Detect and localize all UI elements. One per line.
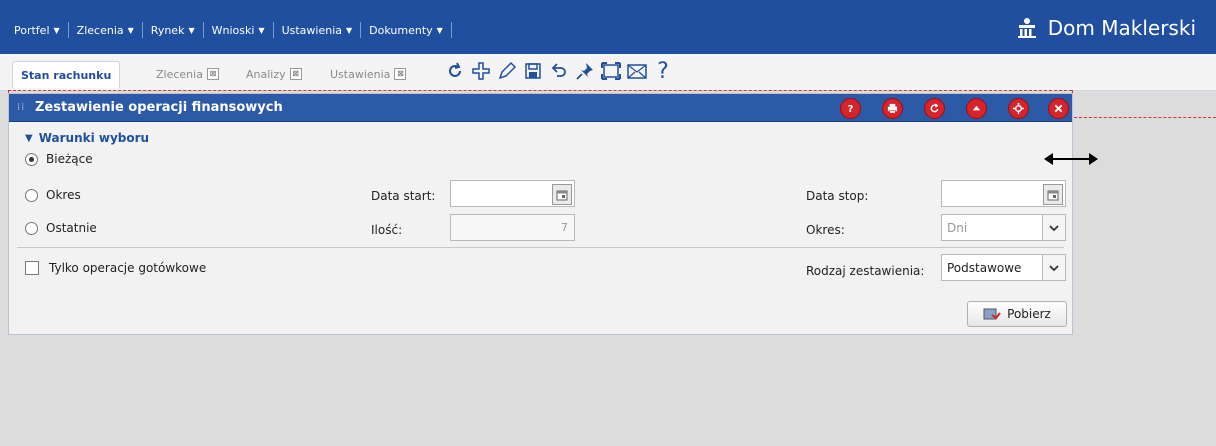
radio-label: Okres [46,188,81,202]
radio-ostatnie[interactable] [25,221,38,235]
date-stop-input[interactable] [941,180,1066,207]
close-icon[interactable] [1048,98,1069,119]
radio-okres[interactable] [25,188,38,202]
help-icon[interactable]: ? [652,58,674,84]
brand: Dom Maklerski [1016,16,1196,40]
menu-label: Dokumenty [369,23,433,37]
fullscreen-icon[interactable] [600,58,622,84]
mail-icon[interactable] [626,58,648,84]
menu-label: Ustawienia [281,23,342,37]
period-label: Okres: [806,223,845,237]
fetch-button[interactable]: Pobierz [967,301,1067,327]
chevron-down-icon: ▼ [346,25,353,35]
menu-label: Wnioski [211,23,255,37]
tab-label: Zlecenia [156,67,203,81]
tab-zlecenia[interactable]: Zlecenia ⊠ [156,62,219,86]
report-type-select[interactable]: Podstawowe [941,254,1066,281]
dashed-outline-top [8,90,1072,91]
count-label: Ilość: [371,223,403,237]
date-start-input[interactable] [450,180,575,207]
edit-icon[interactable] [496,58,518,84]
close-icon[interactable]: ⊠ [206,68,219,80]
section-toggle[interactable]: ▼ Warunki wyboru [25,131,149,145]
print-icon[interactable] [882,98,903,119]
pin-icon[interactable] [574,58,596,84]
menu-zlecenia[interactable]: Zlecenia ▼ [69,22,143,38]
download-report-icon [983,308,1001,320]
separator [17,247,1064,248]
cash-only-label: Tylko operacje gotówkowe [49,261,207,275]
panel-title: Zestawienie operacji finansowych [35,100,283,115]
radio-label: Ostatnie [46,221,97,235]
add-icon[interactable] [470,58,492,84]
chevron-down-icon: ▼ [436,25,443,35]
close-icon[interactable]: ⊠ [394,68,407,80]
tab-ustawienia[interactable]: Ustawienia ⊠ [330,62,407,86]
refresh-icon[interactable] [444,58,466,84]
report-type-label: Rodzaj zestawienia: [806,264,925,278]
brand-name: Dom Maklerski [1047,16,1196,40]
radio-biezace-row[interactable]: Bieżące [25,152,93,166]
svg-text:?: ? [848,104,854,114]
drag-handle-icon[interactable]: ⁞⁞ [17,102,25,113]
help-icon[interactable]: ? [840,98,861,119]
radio-ostatnie-row[interactable]: Ostatnie [25,221,97,235]
tab-analizy[interactable]: Analizy ⊠ [246,62,302,86]
chevron-down-icon[interactable] [1042,215,1065,240]
menu-label: Zlecenia [76,23,124,37]
settings-icon[interactable] [1008,98,1029,119]
menu-ustawienia[interactable]: Ustawienia ▼ [274,22,362,38]
tab-label: Ustawienia [330,67,391,81]
menu-wnioski[interactable]: Wnioski ▼ [204,22,274,38]
calendar-icon[interactable] [552,184,572,205]
dashed-outline-extension [1074,117,1216,118]
toolbar: ? [444,58,678,84]
save-icon[interactable] [522,58,544,84]
menu-label: Rynek [150,23,185,37]
tab-label: Stan rachunku [21,68,112,82]
date-stop-label: Data stop: [806,189,869,203]
chevron-down-icon: ▼ [258,25,265,35]
menu-label: Portfel [14,23,50,37]
chevron-down-icon: ▼ [127,25,134,35]
tab-stan-rachunku[interactable]: Stan rachunku [12,61,121,88]
section-title: Warunki wyboru [38,131,150,145]
collapse-icon[interactable] [966,98,987,119]
close-icon[interactable]: ⊠ [289,68,302,80]
resize-horizontal-icon[interactable] [1042,149,1100,169]
chevron-down-icon[interactable] [1042,255,1065,280]
chevron-down-icon: ▼ [188,25,195,35]
refresh-icon[interactable] [924,98,945,119]
tab-label: Analizy [246,67,286,81]
help-glyph: ? [657,58,669,84]
report-type-value: Podstawowe [947,260,1022,275]
menu-dokumenty[interactable]: Dokumenty ▼ [361,22,452,38]
date-start-label: Data start: [371,189,436,203]
count-value: 7 [561,221,568,234]
period-select[interactable]: Dni [941,214,1066,241]
chevron-down-icon: ▼ [53,25,60,35]
cash-only-checkbox[interactable] [25,261,39,275]
radio-label: Bieżące [46,152,93,166]
main-menu: Portfel ▼ Zlecenia ▼ Rynek ▼ Wnioski ▼ Ustaw… [6,22,452,38]
undo-icon[interactable] [548,58,570,84]
calendar-icon[interactable] [1043,184,1063,205]
menu-portfel[interactable]: Portfel ▼ [6,22,69,38]
count-input[interactable]: 7 [450,214,575,241]
radio-biezace[interactable] [25,152,38,166]
triangle-down-icon: ▼ [25,132,33,144]
menu-rynek[interactable]: Rynek ▼ [143,22,204,38]
building-logo-icon [1017,18,1036,38]
top-menu-bar: Portfel ▼ Zlecenia ▼ Rynek ▼ Wnioski ▼ Ustaw… [0,0,1216,54]
fetch-label: Pobierz [1007,307,1051,321]
period-value: Dni [947,220,968,235]
financial-operations-panel: ⁞⁞ Zestawienie operacji finansowych ? ▼ … [8,93,1073,335]
panel-header[interactable]: ⁞⁞ Zestawienie operacji finansowych ? [9,94,1072,122]
radio-okres-row[interactable]: Okres [25,188,81,202]
